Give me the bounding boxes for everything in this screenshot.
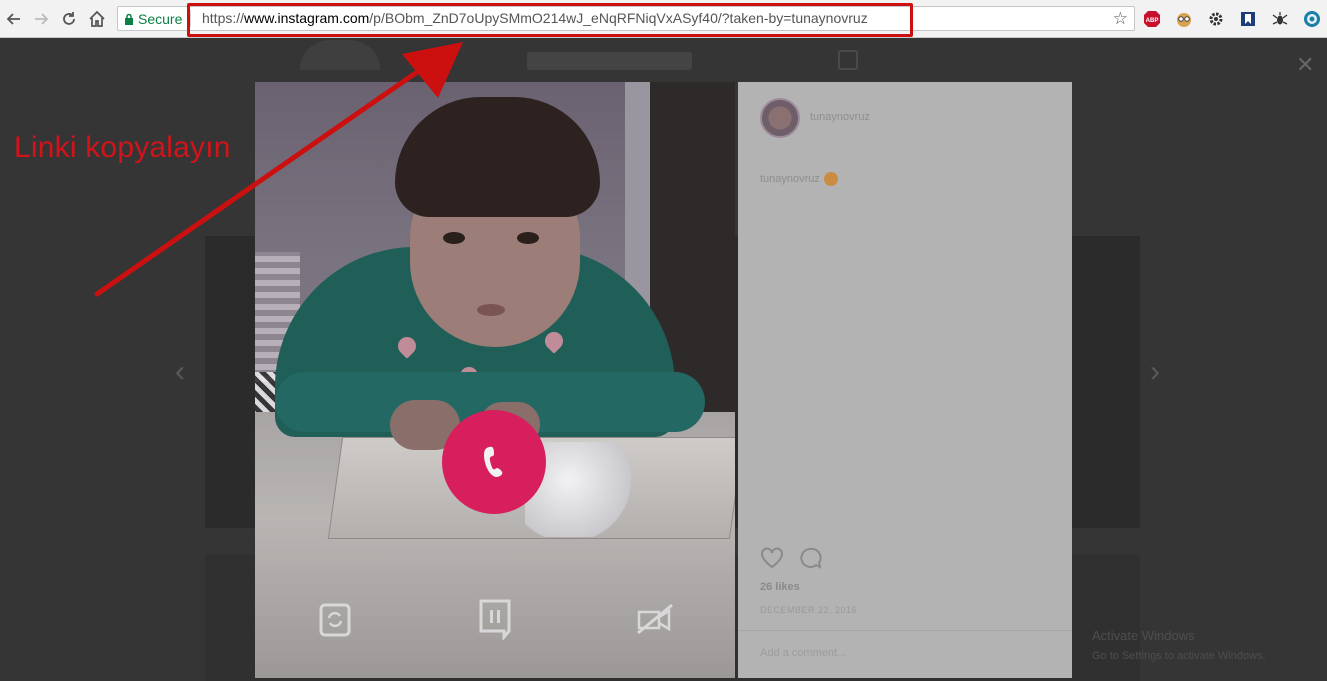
avatar[interactable] bbox=[760, 98, 800, 138]
video-call-frame bbox=[255, 82, 735, 678]
post-timestamp: DECEMBER 22, 2016 bbox=[760, 605, 858, 615]
mute-video-icon bbox=[637, 603, 673, 635]
forward-arrow-icon bbox=[35, 13, 49, 25]
divider bbox=[738, 630, 1072, 631]
pause-icon bbox=[479, 599, 511, 640]
caption-username[interactable]: tunaynovruz bbox=[760, 173, 820, 185]
likes-count[interactable]: 26 likes bbox=[760, 581, 800, 593]
svg-text:ABP: ABP bbox=[1146, 18, 1159, 24]
security-indicator[interactable]: Secure bbox=[124, 11, 182, 27]
comment-input[interactable]: Add a comment... bbox=[760, 647, 846, 659]
url-highlight-box bbox=[187, 3, 913, 37]
video-scene-eye bbox=[517, 232, 539, 244]
header-blur-icon bbox=[838, 50, 858, 70]
switch-camera-button[interactable] bbox=[315, 598, 355, 640]
windows-activation-title: Activate Windows bbox=[1092, 628, 1195, 643]
bookmark-icon[interactable] bbox=[1238, 9, 1258, 29]
windows-activation-subtitle: Go to Settings to activate Windows. bbox=[1092, 650, 1266, 662]
bookmark-star-icon[interactable]: ☆ bbox=[1113, 9, 1128, 29]
switch-camera-icon bbox=[319, 603, 351, 637]
reader-icon[interactable] bbox=[1174, 9, 1194, 29]
mute-video-button[interactable] bbox=[635, 598, 675, 640]
adblock-plus-icon[interactable]: ABP bbox=[1142, 9, 1162, 29]
secure-label: Secure bbox=[138, 11, 183, 27]
video-scene-mouth bbox=[477, 304, 505, 316]
back-button[interactable] bbox=[2, 7, 26, 31]
post-side-panel: tunaynovruz tunaynovruz 26 likes DECEMBE… bbox=[738, 82, 1072, 678]
back-arrow-icon bbox=[6, 13, 20, 25]
forward-button[interactable] bbox=[29, 7, 53, 31]
post-actions bbox=[760, 547, 822, 569]
heart-icon[interactable] bbox=[760, 547, 784, 569]
end-call-button[interactable] bbox=[442, 410, 546, 514]
post-username[interactable]: tunaynovruz bbox=[810, 111, 870, 123]
home-icon bbox=[89, 10, 105, 27]
comment-icon[interactable] bbox=[798, 547, 822, 569]
reload-button[interactable] bbox=[57, 7, 81, 31]
reload-icon bbox=[63, 12, 75, 25]
previous-post-arrow-icon[interactable]: ‹ bbox=[175, 355, 185, 389]
globe-icon[interactable] bbox=[1302, 9, 1322, 29]
home-button[interactable] bbox=[85, 7, 109, 31]
gear-icon[interactable] bbox=[1206, 9, 1226, 29]
pause-video-button[interactable] bbox=[475, 598, 515, 640]
header-blur-bar bbox=[527, 52, 692, 70]
close-icon[interactable]: ✕ bbox=[1296, 52, 1314, 78]
next-post-arrow-icon[interactable]: › bbox=[1150, 355, 1160, 389]
post-caption: tunaynovruz bbox=[760, 172, 838, 186]
lock-icon bbox=[125, 13, 133, 25]
annotation-label: Linki kopyalayın bbox=[14, 131, 231, 164]
video-scene-eye bbox=[443, 232, 465, 244]
bug-icon[interactable] bbox=[1270, 9, 1290, 29]
phone-icon bbox=[484, 446, 503, 477]
emoji-icon bbox=[823, 172, 838, 186]
